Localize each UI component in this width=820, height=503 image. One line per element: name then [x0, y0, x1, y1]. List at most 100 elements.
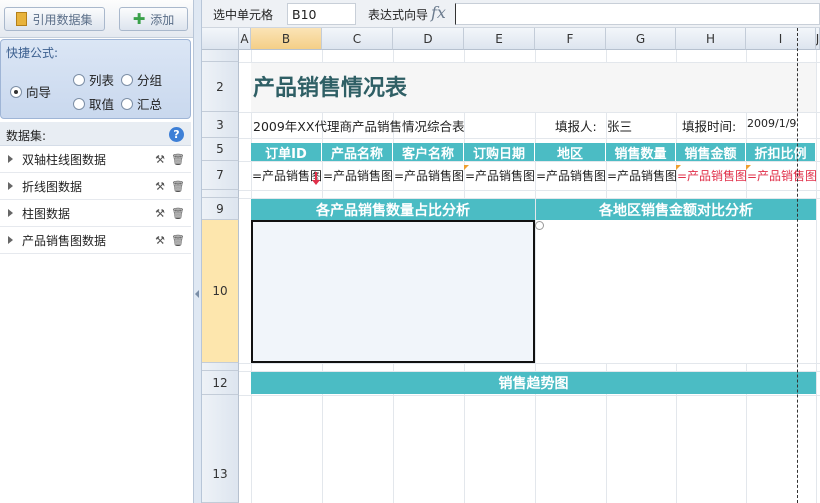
row-header-2[interactable]: 2 [202, 62, 239, 112]
panel-splitter[interactable] [193, 0, 202, 503]
column-header-a[interactable]: A [239, 28, 251, 50]
edit-icon[interactable]: ⚒ [155, 234, 165, 247]
section-left-header[interactable]: 各产品销售数量占比分析 [251, 199, 535, 220]
dataset-item[interactable]: 折线图数据 ⚒ 🗑 [0, 173, 191, 200]
edit-icon[interactable]: ⚒ [155, 207, 165, 220]
dataset-item[interactable]: 柱图数据 ⚒ 🗑 [0, 200, 191, 227]
row-header-8[interactable] [202, 190, 239, 198]
filler-label[interactable]: 填报人: [555, 116, 597, 135]
radio-value[interactable]: 取值 [73, 94, 114, 113]
section-trend-header[interactable]: 销售趋势图 [251, 372, 816, 394]
radio-group[interactable]: 分组 [121, 70, 162, 89]
filler-value[interactable]: 张三 [607, 116, 632, 135]
corner-cell[interactable] [202, 28, 239, 50]
section-right-header[interactable]: 各地区销售金额对比分析 [536, 199, 816, 220]
expression-input[interactable] [455, 3, 820, 25]
expand-arrow-icon[interactable] [8, 155, 13, 163]
row-header-13[interactable]: 13 [202, 395, 239, 503]
radio-label: 取值 [89, 97, 115, 112]
column-header-d[interactable]: D [393, 28, 464, 50]
header-cell[interactable]: 客户名称 [393, 143, 464, 161]
resize-handle[interactable] [535, 221, 544, 230]
flag-icon [676, 165, 681, 170]
radio-label: 列表 [89, 73, 115, 88]
header-cell[interactable]: 销售金额 [676, 143, 746, 161]
header-cell[interactable]: 地区 [535, 143, 606, 161]
data-cell[interactable]: =产品销售图 [535, 165, 606, 185]
row-header-5[interactable]: 5 [202, 138, 239, 161]
column-header-i[interactable]: I [746, 28, 816, 50]
row-header-10[interactable]: 10 [202, 220, 239, 363]
row-header-12[interactable]: 12 [202, 371, 239, 395]
ref-dataset-label: 引用数据集 [32, 12, 93, 27]
collapse-arrow-icon[interactable] [195, 290, 199, 298]
header-cell[interactable]: 订单ID [251, 143, 322, 161]
delete-icon[interactable]: 🗑 [171, 180, 185, 193]
row-header-1[interactable] [202, 50, 239, 62]
grid-line [239, 395, 820, 396]
column-header-f[interactable]: F [535, 28, 606, 50]
row-header-11[interactable] [202, 363, 239, 371]
data-cell-text: =产品销售图 [747, 168, 816, 183]
plus-icon: ✚ [132, 10, 146, 28]
help-icon[interactable]: ? [169, 127, 184, 142]
header-cell[interactable]: 销售数量 [606, 143, 676, 161]
dataset-item[interactable]: 产品销售图数据 ⚒ 🗑 [0, 227, 191, 254]
expand-arrow-icon[interactable] [8, 236, 13, 244]
column-header-g[interactable]: G [606, 28, 676, 50]
chart-area-right[interactable] [536, 220, 816, 363]
data-cell[interactable]: =产品销售图 [746, 165, 816, 185]
add-label: 添加 [150, 12, 175, 27]
radio-wizard[interactable]: 向导 [10, 82, 51, 101]
edit-icon[interactable]: ⚒ [155, 153, 165, 166]
data-cell-text: =产品销售图 [536, 168, 606, 183]
column-header-j[interactable]: J [816, 28, 820, 50]
delete-icon[interactable]: 🗑 [171, 234, 185, 247]
header-cell[interactable]: 订购日期 [464, 143, 535, 161]
data-cell[interactable]: =产品销售图 [676, 165, 746, 185]
delete-icon[interactable]: 🗑 [171, 153, 185, 166]
header-cell[interactable]: 折扣比例 [746, 143, 816, 161]
data-cell[interactable]: =产品销售图 [606, 165, 676, 185]
expand-arrow-icon[interactable] [8, 209, 13, 217]
expand-arrow-icon[interactable] [8, 182, 13, 190]
dataset-item[interactable]: 双轴柱线图数据 ⚒ 🗑 [0, 146, 191, 173]
column-header-h[interactable]: H [676, 28, 746, 50]
dataset-label: 产品销售图数据 [22, 233, 107, 248]
column-header-b[interactable]: B [251, 28, 322, 50]
grid-line [239, 161, 820, 162]
selected-cell-b10[interactable] [251, 220, 535, 363]
grid-line [239, 190, 820, 191]
data-cell[interactable]: =产品销售图 [393, 165, 464, 185]
add-button[interactable]: ✚ 添加 [119, 7, 188, 31]
quick-formula-title: 快捷公式: [6, 46, 59, 60]
down-arrow-head-icon [312, 180, 320, 185]
fx-icon[interactable]: fx [431, 3, 446, 22]
data-cell[interactable]: =产品销售图 [322, 165, 393, 185]
header-cell[interactable]: 产品名称 [322, 143, 393, 161]
edit-icon[interactable]: ⚒ [155, 180, 165, 193]
data-cell-text: =产品销售图 [677, 168, 746, 183]
selected-cell-field[interactable]: B10 [287, 3, 356, 25]
radio-label: 向导 [26, 85, 52, 100]
row-header-7[interactable]: 7 [202, 161, 239, 190]
report-time-value[interactable]: 2009/1/9 [747, 117, 796, 130]
report-time-label[interactable]: 填报时间: [682, 116, 736, 135]
flag-icon [746, 165, 751, 170]
grid-line [816, 50, 817, 503]
column-header-c[interactable]: C [322, 28, 393, 50]
row-header-3[interactable]: 3 [202, 112, 239, 138]
radio-label: 汇总 [137, 97, 163, 112]
data-cell-text: =产品销售图 [465, 168, 535, 183]
radio-circle [73, 97, 85, 110]
flag-icon [464, 165, 469, 170]
radio-list[interactable]: 列表 [73, 70, 114, 89]
subtitle-cell[interactable]: 2009年XX代理商产品销售情况综合表 [253, 116, 464, 135]
data-cell-text: =产品销售图 [323, 168, 393, 183]
column-header-e[interactable]: E [464, 28, 535, 50]
ref-dataset-button[interactable]: 引用数据集 [4, 7, 105, 31]
delete-icon[interactable]: 🗑 [171, 207, 185, 220]
radio-summary[interactable]: 汇总 [121, 94, 162, 113]
row-header-9[interactable]: 9 [202, 198, 239, 220]
data-cell[interactable]: =产品销售图 [464, 165, 535, 185]
